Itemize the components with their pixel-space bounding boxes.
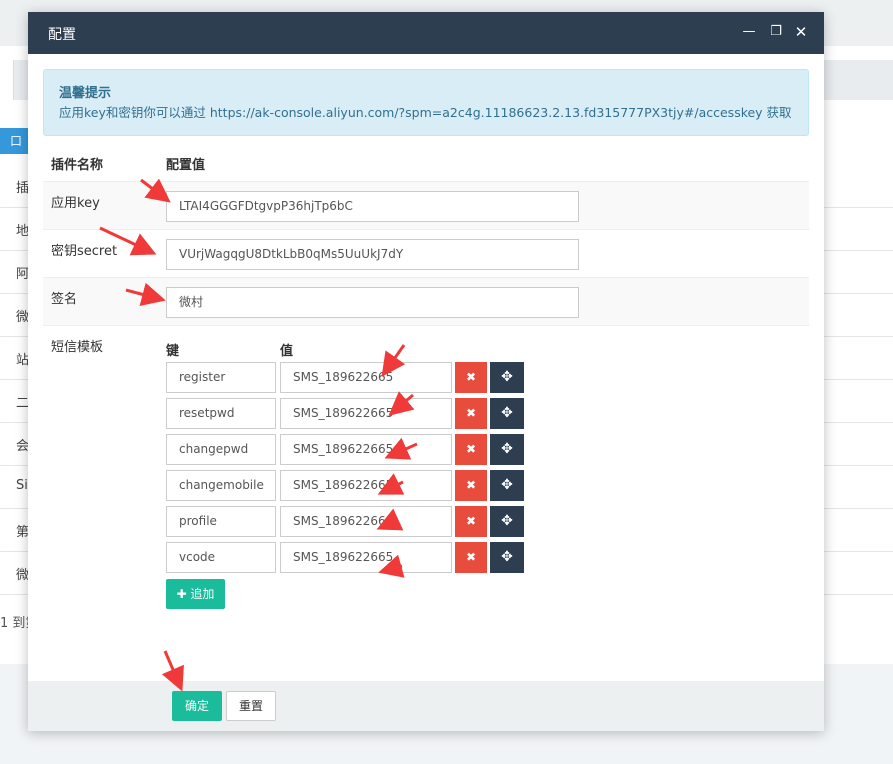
delete-row-button[interactable]: ✖ — [455, 398, 487, 429]
template-row: register SMS_189622665 ✖ ✥ — [166, 362, 526, 393]
field-row-templates: 短信模板 键 值 register SMS_189622665 ✖ ✥ rese… — [43, 325, 809, 615]
template-value-input[interactable]: SMS_189622665 — [280, 470, 452, 501]
maximize-icon[interactable]: ❐ — [767, 22, 785, 42]
field-row-app-key: 应用key LTAI4GGGFDtgvpP36hjTp6bC — [43, 181, 809, 229]
template-value-input[interactable]: SMS_189622665 — [280, 398, 452, 429]
drag-handle-icon[interactable]: ✥ — [490, 434, 524, 465]
value-header: 值 — [280, 344, 294, 359]
delete-row-button[interactable]: ✖ — [455, 470, 487, 501]
template-key-input[interactable]: vcode — [166, 542, 276, 573]
column-header-name: 插件名称 — [51, 158, 104, 173]
template-key-input[interactable]: resetpwd — [166, 398, 276, 429]
minimize-icon[interactable]: — — [740, 22, 758, 42]
template-row: changemobile SMS_189622665 ✖ ✥ — [166, 470, 526, 501]
key-header: 键 — [166, 344, 180, 359]
bg-add-button[interactable]: 口 添 — [0, 128, 30, 174]
field-row-secret: 密钥secret VUrjWagqgU8DtkLbB0qMs5UuUkJ7dY — [43, 229, 809, 277]
sign-label: 签名 — [51, 292, 78, 307]
modal-footer: 确定 重置 — [28, 681, 824, 731]
tip-alert: 温馨提示 应用key和密钥你可以通过 https://ak-console.al… — [43, 69, 809, 136]
template-row: vcode SMS_189622665 ✖ ✥ — [166, 542, 526, 573]
template-key-input[interactable]: register — [166, 362, 276, 393]
app-key-input[interactable]: LTAI4GGGFDtgvpP36hjTp6bC — [166, 191, 579, 222]
sign-input[interactable]: 微村 — [166, 287, 579, 318]
drag-handle-icon[interactable]: ✥ — [490, 470, 524, 501]
confirm-button[interactable]: 确定 — [172, 691, 222, 721]
delete-row-button[interactable]: ✖ — [455, 434, 487, 465]
delete-row-button[interactable]: ✖ — [455, 362, 487, 393]
templates-label: 短信模板 — [51, 340, 104, 355]
modal-title: 配置 — [48, 27, 76, 43]
drag-handle-icon[interactable]: ✥ — [490, 506, 524, 537]
template-row: changepwd SMS_189622665 ✖ ✥ — [166, 434, 526, 465]
add-template-button[interactable]: ✚ 追加 — [166, 579, 225, 609]
bg-tab[interactable] — [0, 60, 14, 100]
secret-input[interactable]: VUrjWagqgU8DtkLbB0qMs5UuUkJ7dY — [166, 239, 579, 270]
delete-row-button[interactable]: ✖ — [455, 542, 487, 573]
app-key-label: 应用key — [51, 196, 100, 211]
tip-text: 应用key和密钥你可以通过 https://ak-console.aliyun.… — [59, 105, 792, 120]
drag-handle-icon[interactable]: ✥ — [490, 398, 524, 429]
delete-row-button[interactable]: ✖ — [455, 506, 487, 537]
template-key-input[interactable]: profile — [166, 506, 276, 537]
drag-handle-icon[interactable]: ✥ — [490, 542, 524, 573]
modal-header: 配置 — ❐ ✕ — [28, 12, 824, 54]
template-key-input[interactable]: changepwd — [166, 434, 276, 465]
close-icon[interactable]: ✕ — [792, 22, 810, 42]
secret-label: 密钥secret — [51, 244, 118, 259]
config-modal: 配置 — ❐ ✕ 温馨提示 应用key和密钥你可以通过 https://ak-c… — [28, 12, 824, 731]
template-row: resetpwd SMS_189622665 ✖ ✥ — [166, 398, 526, 429]
template-value-input[interactable]: SMS_189622665 — [280, 506, 452, 537]
template-value-input[interactable]: SMS_189622665 — [280, 434, 452, 465]
template-value-input[interactable]: SMS_189622665 — [280, 542, 452, 573]
reset-button[interactable]: 重置 — [226, 691, 276, 721]
column-header-value: 配置值 — [166, 158, 206, 173]
field-row-sign: 签名 微村 — [43, 277, 809, 325]
template-value-input[interactable]: SMS_189622665 — [280, 362, 452, 393]
tip-title: 温馨提示 — [59, 86, 112, 101]
template-key-input[interactable]: changemobile — [166, 470, 276, 501]
template-row: profile SMS_189622665 ✖ ✥ — [166, 506, 526, 537]
drag-handle-icon[interactable]: ✥ — [490, 362, 524, 393]
